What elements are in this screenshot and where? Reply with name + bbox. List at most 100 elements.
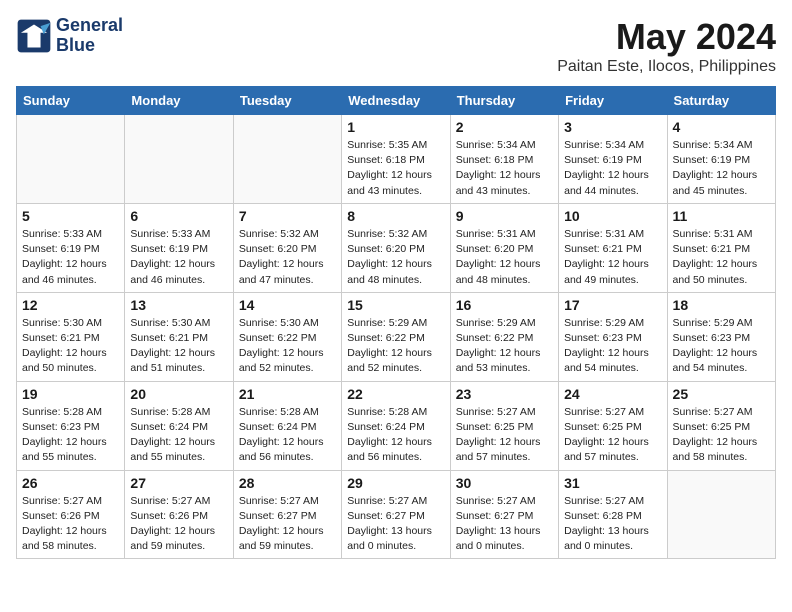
calendar-cell: 14 Sunrise: 5:30 AM Sunset: 6:22 PM Dayli…	[233, 292, 341, 381]
logo-text: General Blue	[56, 16, 123, 56]
calendar-week-row: 26Sunrise: 5:27 AM Sunset: 6:26 PM Dayli…	[17, 470, 776, 559]
day-number: 24	[564, 386, 661, 402]
day-number: 6	[130, 208, 227, 224]
day-info: Sunrise: 5:27 AM Sunset: 6:27 PM Dayligh…	[347, 494, 444, 555]
calendar-cell: 21 Sunrise: 5:28 AM Sunset: 6:24 PM Dayli…	[233, 381, 341, 470]
day-info: Sunrise: 5:29 AM Sunset: 6:23 PM Dayligh…	[673, 316, 770, 377]
day-number: 22	[347, 386, 444, 402]
calendar-cell: 8 Sunrise: 5:32 AM Sunset: 6:20 PM Daylig…	[342, 203, 450, 292]
weekday-header-row: SundayMondayTuesdayWednesdayThursdayFrid…	[17, 87, 776, 115]
day-info: Sunrise: 5:34 AM Sunset: 6:18 PM Dayligh…	[456, 138, 553, 199]
calendar-cell: 20 Sunrise: 5:28 AM Sunset: 6:24 PM Dayli…	[125, 381, 233, 470]
day-info: Sunrise: 5:28 AM Sunset: 6:23 PM Dayligh…	[22, 405, 119, 466]
day-info: Sunrise: 5:28 AM Sunset: 6:24 PM Dayligh…	[130, 405, 227, 466]
day-number: 13	[130, 297, 227, 313]
calendar-week-row: 12Sunrise: 5:30 AM Sunset: 6:21 PM Dayli…	[17, 292, 776, 381]
day-info: Sunrise: 5:32 AM Sunset: 6:20 PM Dayligh…	[347, 227, 444, 288]
calendar-cell: 24Sunrise: 5:27 AM Sunset: 6:25 PM Dayli…	[559, 381, 667, 470]
calendar-week-row: 19 Sunrise: 5:28 AM Sunset: 6:23 PM Dayli…	[17, 381, 776, 470]
weekday-header: Saturday	[667, 87, 775, 115]
day-number: 19	[22, 386, 119, 402]
location: Paitan Este, Ilocos, Philippines	[557, 58, 776, 76]
calendar-cell: 7Sunrise: 5:32 AM Sunset: 6:20 PM Daylig…	[233, 203, 341, 292]
day-number: 21	[239, 386, 336, 402]
calendar-cell: 31 Sunrise: 5:27 AM Sunset: 6:28 PM Dayli…	[559, 470, 667, 559]
day-info: Sunrise: 5:30 AM Sunset: 6:21 PM Dayligh…	[130, 316, 227, 377]
day-number: 5	[22, 208, 119, 224]
day-info: Sunrise: 5:31 AM Sunset: 6:21 PM Dayligh…	[564, 227, 661, 288]
day-number: 23	[456, 386, 553, 402]
day-info: Sunrise: 5:27 AM Sunset: 6:28 PM Dayligh…	[564, 494, 661, 555]
day-info: Sunrise: 5:27 AM Sunset: 6:26 PM Dayligh…	[22, 494, 119, 555]
day-number: 17	[564, 297, 661, 313]
weekday-header: Tuesday	[233, 87, 341, 115]
calendar-week-row: 1 Sunrise: 5:35 AM Sunset: 6:18 PM Daylig…	[17, 115, 776, 204]
day-number: 8	[347, 208, 444, 224]
day-info: Sunrise: 5:34 AM Sunset: 6:19 PM Dayligh…	[564, 138, 661, 199]
weekday-header: Sunday	[17, 87, 125, 115]
day-info: Sunrise: 5:27 AM Sunset: 6:25 PM Dayligh…	[673, 405, 770, 466]
day-info: Sunrise: 5:28 AM Sunset: 6:24 PM Dayligh…	[347, 405, 444, 466]
day-number: 20	[130, 386, 227, 402]
calendar-cell: 15 Sunrise: 5:29 AM Sunset: 6:22 PM Dayli…	[342, 292, 450, 381]
calendar: SundayMondayTuesdayWednesdayThursdayFrid…	[16, 86, 776, 559]
day-number: 11	[673, 208, 770, 224]
day-number: 4	[673, 119, 770, 135]
day-info: Sunrise: 5:29 AM Sunset: 6:22 PM Dayligh…	[347, 316, 444, 377]
calendar-cell: 17 Sunrise: 5:29 AM Sunset: 6:23 PM Dayli…	[559, 292, 667, 381]
calendar-cell: 11 Sunrise: 5:31 AM Sunset: 6:21 PM Dayli…	[667, 203, 775, 292]
day-number: 28	[239, 475, 336, 491]
calendar-cell: 10Sunrise: 5:31 AM Sunset: 6:21 PM Dayli…	[559, 203, 667, 292]
day-info: Sunrise: 5:29 AM Sunset: 6:22 PM Dayligh…	[456, 316, 553, 377]
calendar-cell	[233, 115, 341, 204]
day-info: Sunrise: 5:27 AM Sunset: 6:25 PM Dayligh…	[456, 405, 553, 466]
calendar-cell: 28 Sunrise: 5:27 AM Sunset: 6:27 PM Dayli…	[233, 470, 341, 559]
calendar-week-row: 5 Sunrise: 5:33 AM Sunset: 6:19 PM Daylig…	[17, 203, 776, 292]
day-number: 29	[347, 475, 444, 491]
calendar-cell: 19 Sunrise: 5:28 AM Sunset: 6:23 PM Dayli…	[17, 381, 125, 470]
day-number: 9	[456, 208, 553, 224]
calendar-cell: 23 Sunrise: 5:27 AM Sunset: 6:25 PM Dayli…	[450, 381, 558, 470]
day-info: Sunrise: 5:31 AM Sunset: 6:21 PM Dayligh…	[673, 227, 770, 288]
day-info: Sunrise: 5:27 AM Sunset: 6:27 PM Dayligh…	[239, 494, 336, 555]
day-number: 25	[673, 386, 770, 402]
weekday-header: Friday	[559, 87, 667, 115]
weekday-header: Monday	[125, 87, 233, 115]
day-info: Sunrise: 5:34 AM Sunset: 6:19 PM Dayligh…	[673, 138, 770, 199]
weekday-header: Thursday	[450, 87, 558, 115]
calendar-cell: 16 Sunrise: 5:29 AM Sunset: 6:22 PM Dayli…	[450, 292, 558, 381]
day-info: Sunrise: 5:33 AM Sunset: 6:19 PM Dayligh…	[22, 227, 119, 288]
calendar-cell: 5 Sunrise: 5:33 AM Sunset: 6:19 PM Daylig…	[17, 203, 125, 292]
calendar-cell: 26Sunrise: 5:27 AM Sunset: 6:26 PM Dayli…	[17, 470, 125, 559]
calendar-cell: 6Sunrise: 5:33 AM Sunset: 6:19 PM Daylig…	[125, 203, 233, 292]
calendar-cell	[17, 115, 125, 204]
day-info: Sunrise: 5:29 AM Sunset: 6:23 PM Dayligh…	[564, 316, 661, 377]
calendar-cell: 2 Sunrise: 5:34 AM Sunset: 6:18 PM Daylig…	[450, 115, 558, 204]
day-number: 30	[456, 475, 553, 491]
calendar-cell: 22 Sunrise: 5:28 AM Sunset: 6:24 PM Dayli…	[342, 381, 450, 470]
day-info: Sunrise: 5:35 AM Sunset: 6:18 PM Dayligh…	[347, 138, 444, 199]
calendar-cell: 12Sunrise: 5:30 AM Sunset: 6:21 PM Dayli…	[17, 292, 125, 381]
day-number: 31	[564, 475, 661, 491]
calendar-cell: 30 Sunrise: 5:27 AM Sunset: 6:27 PM Dayli…	[450, 470, 558, 559]
day-number: 15	[347, 297, 444, 313]
day-info: Sunrise: 5:30 AM Sunset: 6:21 PM Dayligh…	[22, 316, 119, 377]
day-number: 14	[239, 297, 336, 313]
calendar-cell: 3 Sunrise: 5:34 AM Sunset: 6:19 PM Daylig…	[559, 115, 667, 204]
day-number: 27	[130, 475, 227, 491]
day-number: 16	[456, 297, 553, 313]
day-info: Sunrise: 5:27 AM Sunset: 6:27 PM Dayligh…	[456, 494, 553, 555]
day-info: Sunrise: 5:28 AM Sunset: 6:24 PM Dayligh…	[239, 405, 336, 466]
day-number: 3	[564, 119, 661, 135]
day-info: Sunrise: 5:31 AM Sunset: 6:20 PM Dayligh…	[456, 227, 553, 288]
calendar-cell	[667, 470, 775, 559]
day-info: Sunrise: 5:27 AM Sunset: 6:26 PM Dayligh…	[130, 494, 227, 555]
day-info: Sunrise: 5:30 AM Sunset: 6:22 PM Dayligh…	[239, 316, 336, 377]
page-header: General Blue May 2024 Paitan Este, Iloco…	[16, 16, 776, 76]
calendar-cell: 9 Sunrise: 5:31 AM Sunset: 6:20 PM Daylig…	[450, 203, 558, 292]
day-number: 1	[347, 119, 444, 135]
day-number: 18	[673, 297, 770, 313]
calendar-cell: 29 Sunrise: 5:27 AM Sunset: 6:27 PM Dayli…	[342, 470, 450, 559]
calendar-cell: 25 Sunrise: 5:27 AM Sunset: 6:25 PM Dayli…	[667, 381, 775, 470]
day-number: 2	[456, 119, 553, 135]
